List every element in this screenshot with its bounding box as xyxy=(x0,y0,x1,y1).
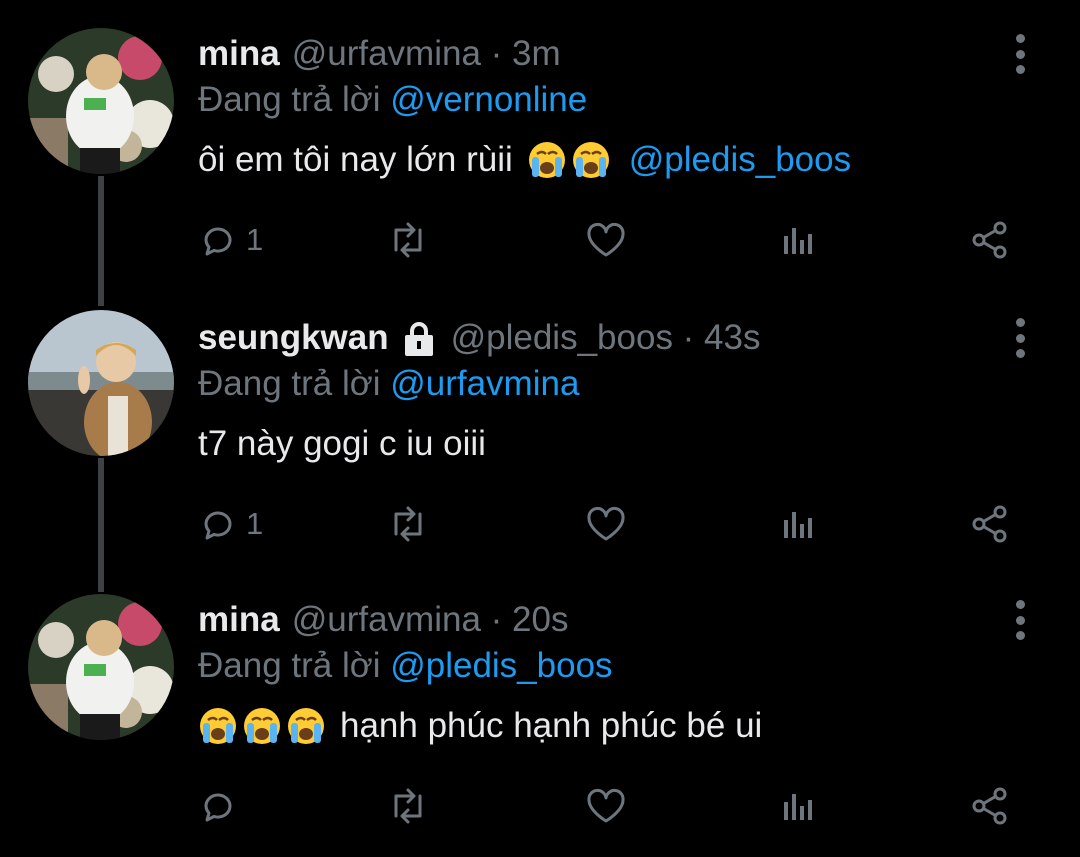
tweet-header: seungkwan @pledis_boos · 43s xyxy=(198,314,760,362)
reply-button[interactable]: 1 xyxy=(198,216,263,264)
analytics-icon xyxy=(784,512,812,538)
replying-to-label: Đang trả lời xyxy=(198,364,381,403)
avatar[interactable] xyxy=(28,28,174,174)
replying-to: Đang trả lời @urfavmina xyxy=(198,364,579,404)
heart-icon xyxy=(587,789,625,823)
reply-count: 1 xyxy=(246,506,264,541)
more-options-icon[interactable] xyxy=(1008,34,1032,74)
reply-icon xyxy=(204,793,232,822)
analytics-button[interactable] xyxy=(778,216,818,264)
reply-mention-link[interactable]: @pledis_boos xyxy=(390,646,612,685)
share-button[interactable] xyxy=(968,216,1012,264)
tweet-text: t7 này gogi c iu oiii xyxy=(198,424,486,464)
replying-to: Đang trả lời @vernonline xyxy=(198,80,587,120)
like-button[interactable] xyxy=(584,500,628,548)
loudly-crying-face-icon xyxy=(288,708,324,744)
like-button[interactable] xyxy=(584,216,628,264)
tweet-header: mina @urfavmina · 20s xyxy=(198,596,568,644)
avatar[interactable] xyxy=(28,594,174,740)
tweet[interactable]: seungkwan @pledis_boos · 43s Đang trả lờ… xyxy=(0,284,1080,568)
reply-mention-link[interactable]: @vernonline xyxy=(390,80,587,119)
share-icon xyxy=(972,221,1007,259)
retweet-button[interactable] xyxy=(386,216,430,264)
tweet-thread: mina @urfavmina · 3m Đang trả lời @verno… xyxy=(0,0,1080,857)
retweet-icon xyxy=(394,788,422,824)
loudly-crying-face-icon xyxy=(572,142,609,178)
tweet-header: mina @urfavmina · 3m xyxy=(198,30,561,78)
share-button[interactable] xyxy=(968,782,1012,830)
replying-to: Đang trả lời @pledis_boos xyxy=(198,646,613,686)
tweet-text-content: t7 này gogi c iu oiii xyxy=(198,424,486,463)
handle-and-time[interactable]: @pledis_boos · 43s xyxy=(451,318,761,358)
replying-to-label: Đang trả lời xyxy=(198,646,381,685)
tweet-actions: 1 xyxy=(198,216,1028,264)
mention-link[interactable]: @pledis_boos xyxy=(629,140,851,180)
replying-to-label: Đang trả lời xyxy=(198,80,381,119)
display-name[interactable]: mina xyxy=(198,600,280,640)
like-button[interactable] xyxy=(584,782,628,830)
share-icon xyxy=(972,505,1007,543)
tweet[interactable]: mina @urfavmina · 20s Đang trả lời @pled… xyxy=(0,568,1080,852)
heart-icon xyxy=(587,507,625,541)
reply-button[interactable] xyxy=(198,782,238,830)
avatar-mina-image xyxy=(28,28,174,174)
analytics-button[interactable] xyxy=(778,500,818,548)
analytics-icon xyxy=(784,228,812,254)
reply-button[interactable]: 1 xyxy=(198,500,263,548)
avatar[interactable] xyxy=(28,310,174,456)
analytics-button[interactable] xyxy=(778,782,818,830)
tweet-text: ôi em tôi nay lớn rùii @pledis_boos xyxy=(198,140,851,180)
reply-icon xyxy=(204,511,232,540)
loudly-crying-face-icon xyxy=(200,708,236,744)
tweet-text: hạnh phúc hạnh phúc bé ui xyxy=(198,706,762,746)
retweet-icon xyxy=(394,506,422,542)
display-name[interactable]: mina xyxy=(198,34,280,74)
share-button[interactable] xyxy=(968,500,1012,548)
lock-icon xyxy=(404,322,433,356)
retweet-button[interactable] xyxy=(386,500,430,548)
tweet-text-content: ôi em tôi nay lớn rùii xyxy=(198,140,513,179)
loudly-crying-face-icon xyxy=(528,142,565,178)
analytics-icon xyxy=(784,794,812,820)
heart-icon xyxy=(587,223,625,257)
avatar-mina-image xyxy=(28,594,174,740)
reply-icon xyxy=(204,227,232,256)
more-options-icon[interactable] xyxy=(1008,318,1032,358)
loudly-crying-face-icon xyxy=(244,708,280,744)
tweet-actions: 1 xyxy=(198,500,1028,548)
reply-count: 1 xyxy=(246,222,264,257)
handle-and-time[interactable]: @urfavmina · 3m xyxy=(292,34,561,74)
handle-and-time[interactable]: @urfavmina · 20s xyxy=(292,600,569,640)
share-icon xyxy=(972,787,1007,825)
avatar-seungkwan-image xyxy=(28,310,174,456)
tweet-actions xyxy=(198,782,1028,830)
retweet-icon xyxy=(394,222,422,258)
tweet-text-content: hạnh phúc hạnh phúc bé ui xyxy=(340,706,763,745)
retweet-button[interactable] xyxy=(386,782,430,830)
reply-mention-link[interactable]: @urfavmina xyxy=(390,364,579,403)
more-options-icon[interactable] xyxy=(1008,600,1032,640)
tweet[interactable]: mina @urfavmina · 3m Đang trả lời @verno… xyxy=(0,0,1080,284)
display-name[interactable]: seungkwan xyxy=(198,318,389,358)
